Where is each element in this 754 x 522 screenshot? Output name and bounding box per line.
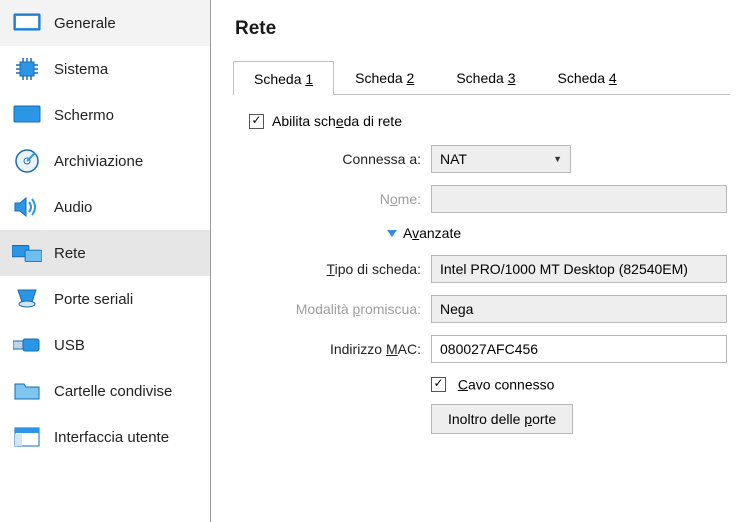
sidebar-item-label: Rete — [54, 245, 86, 262]
harddisk-icon — [12, 150, 42, 172]
sidebar-item-label: Sistema — [54, 61, 108, 78]
usb-icon — [12, 334, 42, 356]
advanced-label: Avanzate — [403, 225, 461, 241]
page-title: Rete — [235, 18, 730, 40]
promisc-value: Nega — [440, 301, 473, 317]
mac-label: Indirizzo MAC: — [247, 341, 431, 357]
tab-adapter-1[interactable]: Scheda 1 — [233, 61, 334, 95]
ui-icon — [12, 426, 42, 448]
tab-content: Abilita scheda di rete Connessa a: NAT ▼… — [233, 95, 730, 446]
sidebar-item-label: Generale — [54, 15, 116, 32]
name-field — [431, 185, 727, 213]
chevron-down-icon: ▼ — [553, 154, 562, 164]
sidebar-item-label: Schermo — [54, 107, 114, 124]
promisc-label: Modalità promiscua: — [247, 301, 431, 317]
connected-to-label: Connessa a: — [247, 151, 431, 167]
serial-port-icon — [12, 288, 42, 310]
sidebar-item-shared-folders[interactable]: Cartelle condivise — [0, 368, 210, 414]
sidebar-item-general[interactable]: Generale — [0, 0, 210, 46]
sidebar-item-network[interactable]: Rete — [0, 230, 210, 276]
sidebar-item-label: USB — [54, 337, 85, 354]
sidebar-item-label: Cartelle condivise — [54, 383, 172, 400]
tab-adapter-3[interactable]: Scheda 3 — [435, 60, 536, 94]
enable-adapter-label: Abilita scheda di rete — [272, 113, 402, 129]
sidebar: Generale Sistema Schermo Archiviazione A… — [0, 0, 211, 522]
monitor-icon — [12, 104, 42, 126]
monitor-icon — [12, 12, 42, 34]
sidebar-item-ui[interactable]: Interfaccia utente — [0, 414, 210, 460]
promisc-combo[interactable]: Nega — [431, 295, 727, 323]
port-forwarding-button[interactable]: Inoltro delle porte — [431, 404, 573, 434]
name-label: Nome: — [247, 191, 431, 207]
tab-adapter-4[interactable]: Scheda 4 — [537, 60, 638, 94]
cable-connected-checkbox[interactable] — [431, 377, 446, 392]
sidebar-item-label: Archiviazione — [54, 153, 143, 170]
speaker-icon — [12, 196, 42, 218]
main-panel: Rete Scheda 1 Scheda 2 Scheda 3 Scheda 4… — [211, 0, 754, 522]
sidebar-item-label: Porte seriali — [54, 291, 133, 308]
advanced-toggle[interactable]: Avanzate — [387, 225, 730, 241]
sidebar-item-system[interactable]: Sistema — [0, 46, 210, 92]
adapter-type-label: Tipo di scheda: — [247, 261, 431, 277]
sidebar-item-serial[interactable]: Porte seriali — [0, 276, 210, 322]
sidebar-item-storage[interactable]: Archiviazione — [0, 138, 210, 184]
triangle-down-icon — [387, 230, 397, 237]
sidebar-item-usb[interactable]: USB — [0, 322, 210, 368]
tabs: Scheda 1 Scheda 2 Scheda 3 Scheda 4 — [233, 60, 730, 95]
sidebar-item-label: Audio — [54, 199, 92, 216]
connected-to-combo[interactable]: NAT ▼ — [431, 145, 571, 173]
enable-adapter-checkbox[interactable] — [249, 114, 264, 129]
adapter-type-value: Intel PRO/1000 MT Desktop (82540EM) — [440, 261, 688, 277]
connected-to-value: NAT — [440, 151, 467, 167]
adapter-type-combo[interactable]: Intel PRO/1000 MT Desktop (82540EM) — [431, 255, 727, 283]
sidebar-item-display[interactable]: Schermo — [0, 92, 210, 138]
mac-field[interactable]: 080027AFC456 — [431, 335, 727, 363]
cable-connected-label: Cavo connesso — [458, 376, 555, 392]
folder-icon — [12, 380, 42, 402]
sidebar-item-audio[interactable]: Audio — [0, 184, 210, 230]
sidebar-item-label: Interfaccia utente — [54, 429, 169, 446]
chip-icon — [12, 58, 42, 80]
network-icon — [12, 242, 42, 264]
tab-adapter-2[interactable]: Scheda 2 — [334, 60, 435, 94]
